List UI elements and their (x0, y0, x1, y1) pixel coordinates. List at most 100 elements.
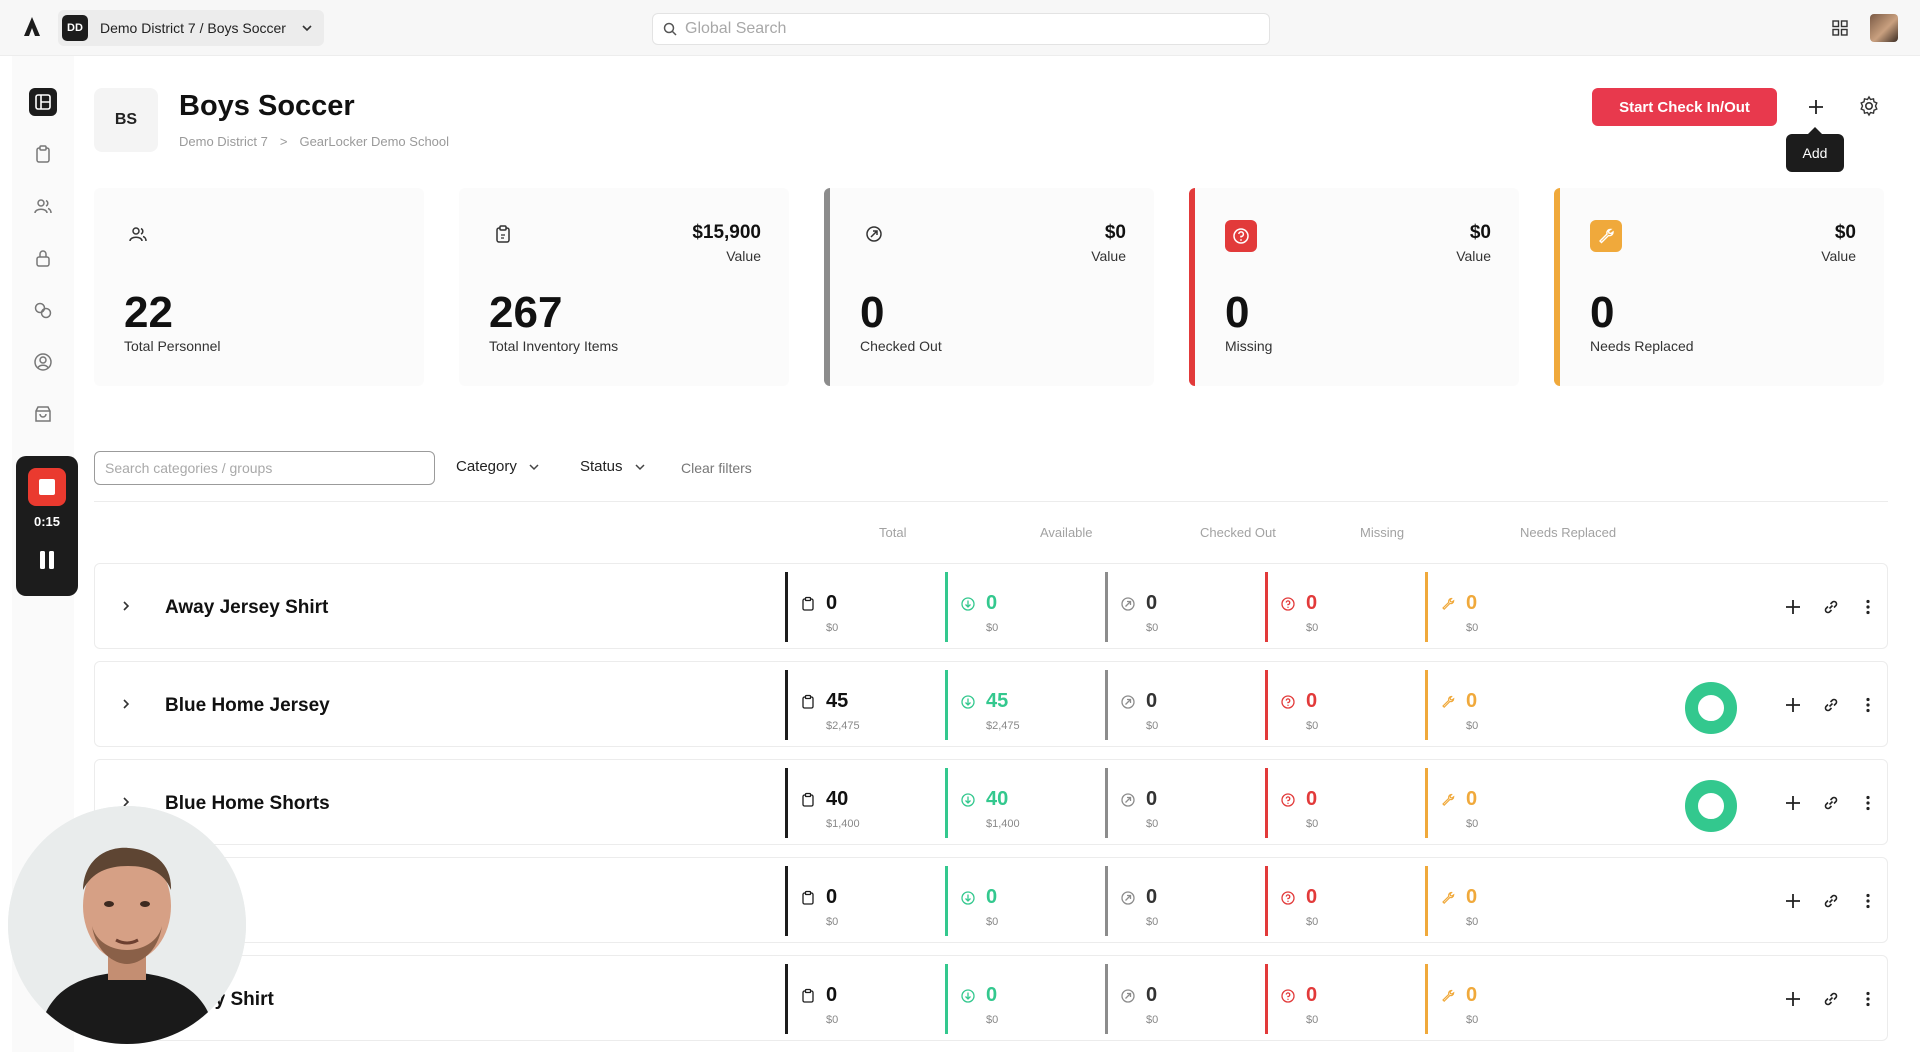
more-options-icon[interactable] (1858, 597, 1878, 617)
cell-needs-replaced-value: $0 (1466, 818, 1479, 830)
chevron-right-icon[interactable] (119, 599, 133, 613)
cell-missing-count: 0 (1306, 690, 1318, 712)
category-search-input[interactable] (94, 451, 435, 485)
search-icon (663, 22, 677, 36)
stat-card-missing[interactable]: $0 Value 0 Missing (1189, 188, 1519, 386)
sidebar-item-profile[interactable] (29, 348, 57, 376)
link-icon[interactable] (1821, 597, 1841, 617)
stat-money: $0 (1834, 222, 1856, 243)
link-icon[interactable] (1821, 793, 1841, 813)
stat-card-personnel[interactable]: 22 Total Personnel (94, 188, 424, 386)
cell-available: 45 $2,475 (945, 670, 1020, 740)
inventory-icon (36, 145, 50, 163)
add-tooltip: Add (1786, 127, 1844, 172)
plus-icon[interactable] (1783, 695, 1803, 715)
stat-label: Total Personnel (124, 338, 221, 354)
stat-label: Needs Replaced (1590, 338, 1694, 354)
breadcrumb-school[interactable]: GearLocker Demo School (299, 134, 449, 149)
clipboard-icon (489, 220, 517, 248)
sports-icon (34, 302, 52, 319)
table-row[interactable]: Away Jersey Shirt 0 $0 0 $0 0 $0 0 $0 0 … (94, 563, 1888, 649)
table-row[interactable]: Blue Home Jersey 45 $2,475 45 $2,475 0 $… (94, 661, 1888, 747)
clipboard-icon (800, 596, 816, 612)
breadcrumb-district[interactable]: Demo District 7 (179, 134, 268, 149)
cell-total-count: 0 (826, 592, 838, 614)
org-name: Demo District 7 / Boys Soccer (100, 20, 286, 36)
sidebar-item-dashboard[interactable] (29, 88, 57, 116)
plus-icon[interactable] (1783, 891, 1803, 911)
row-name[interactable]: Away Jersey Shirt (165, 597, 328, 619)
cell-missing-count: 0 (1306, 984, 1318, 1006)
plus-icon (1809, 100, 1823, 114)
more-options-icon[interactable] (1858, 891, 1878, 911)
wrench-icon (1440, 890, 1456, 906)
cell-missing: 0 $0 (1265, 572, 1318, 642)
cell-total-value: $2,475 (826, 720, 860, 732)
cell-available-value: $1,400 (986, 818, 1020, 830)
table-row[interactable]: rsey 0 $0 0 $0 0 $0 0 $0 (94, 857, 1888, 943)
row-name[interactable]: Blue Home Shorts (165, 793, 330, 815)
user-avatar[interactable] (1870, 14, 1898, 42)
stat-money: $0 (1469, 222, 1491, 243)
sidebar-item-lockers[interactable] (29, 244, 57, 272)
cell-missing-count: 0 (1306, 592, 1318, 614)
apps-grid-icon[interactable] (1832, 20, 1848, 36)
status-filter-dropdown[interactable]: Status (580, 458, 647, 475)
cell-missing: 0 $0 (1265, 866, 1318, 936)
cell-checked-out-value: $0 (1146, 916, 1159, 928)
cell-available-value: $2,475 (986, 720, 1020, 732)
sidebar-item-inventory[interactable] (29, 140, 57, 168)
plus-icon[interactable] (1783, 597, 1803, 617)
cell-checked-out: 0 $0 (1105, 866, 1158, 936)
cell-checked-out: 0 $0 (1105, 964, 1158, 1034)
clear-filters-link[interactable]: Clear filters (681, 460, 752, 476)
global-search[interactable] (652, 13, 1270, 45)
sidebar-item-personnel[interactable] (29, 192, 57, 220)
cell-checked-out-value: $0 (1146, 720, 1159, 732)
pause-icon[interactable] (38, 550, 56, 570)
table-row[interactable]: Blue Home Shorts 40 $1,400 40 $1,400 0 $… (94, 759, 1888, 845)
cell-total-count: 0 (826, 886, 838, 908)
sidebar-item-sports[interactable] (29, 296, 57, 324)
cell-available-value: $0 (986, 916, 999, 928)
chevron-right-icon[interactable] (119, 697, 133, 711)
cell-checked-out: 0 $0 (1105, 670, 1158, 740)
cell-needs-replaced: 0 $0 (1425, 572, 1478, 642)
stat-value: 0 (1590, 288, 1615, 337)
global-search-input[interactable] (685, 20, 1245, 38)
cell-checked-out-count: 0 (1146, 984, 1158, 1006)
start-check-in-out-button[interactable]: Start Check In/Out (1592, 88, 1777, 126)
column-header-needs-replaced: Needs Replaced (1520, 525, 1617, 540)
app-logo-icon[interactable] (20, 15, 44, 39)
sidebar-item-store[interactable] (29, 400, 57, 428)
available-icon (960, 792, 976, 808)
org-switcher[interactable]: DD Demo District 7 / Boys Soccer (58, 10, 324, 46)
cell-needs-replaced: 0 $0 (1425, 670, 1478, 740)
link-icon[interactable] (1821, 989, 1841, 1009)
plus-icon[interactable] (1783, 989, 1803, 1009)
more-options-icon[interactable] (1858, 989, 1878, 1009)
question-icon (1280, 890, 1296, 906)
stat-card-needs-replaced[interactable]: $0 Value 0 Needs Replaced (1554, 188, 1884, 386)
row-name[interactable]: Blue Home Jersey (165, 695, 330, 717)
plus-icon[interactable] (1783, 793, 1803, 813)
link-icon[interactable] (1821, 695, 1841, 715)
stat-card-inventory[interactable]: $15,900 Value 267 Total Inventory Items (459, 188, 789, 386)
table-row[interactable]: Jersey Shirt 0 $0 0 $0 0 $0 0 $0 (94, 955, 1888, 1041)
clipboard-icon (800, 694, 816, 710)
cell-missing-count: 0 (1306, 886, 1318, 908)
category-filter-dropdown[interactable]: Category (456, 458, 541, 475)
status-filter-label: Status (580, 458, 623, 475)
more-options-icon[interactable] (1858, 695, 1878, 715)
link-icon[interactable] (1821, 891, 1841, 911)
availability-donut (1685, 780, 1737, 832)
cell-total-count: 45 (826, 690, 849, 712)
personnel-icon (34, 199, 52, 214)
add-button[interactable] (1803, 94, 1829, 120)
divider (94, 501, 1888, 502)
cell-needs-replaced-count: 0 (1466, 886, 1478, 908)
more-options-icon[interactable] (1858, 793, 1878, 813)
stat-card-checked-out[interactable]: $0 Value 0 Checked Out (824, 188, 1154, 386)
gear-icon[interactable] (1857, 94, 1881, 118)
stop-recording-button[interactable] (28, 468, 66, 506)
